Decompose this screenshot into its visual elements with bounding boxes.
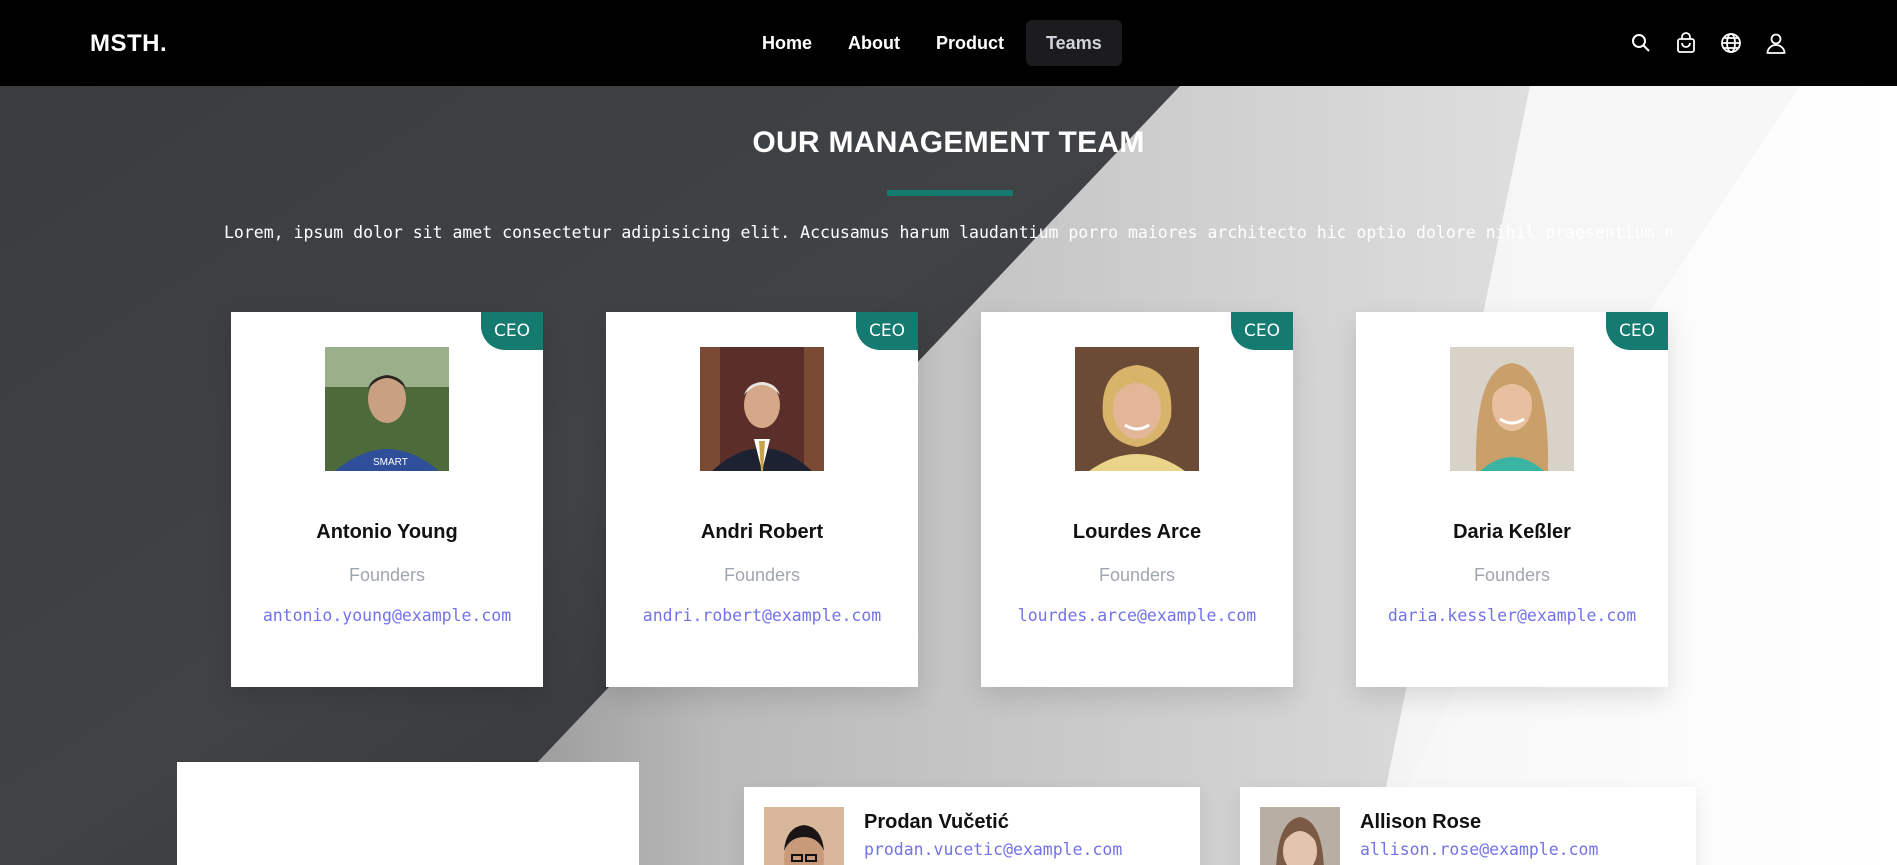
member-name: Antonio Young [316,521,458,543]
shopping-bag-icon[interactable] [1673,30,1699,56]
avatar [1075,347,1199,471]
member-name: Prodan Vučetić [864,811,1009,833]
avatar [1450,347,1574,471]
section-title: OUR MANAGEMENT TEAM [752,126,1145,159]
nav-product[interactable]: Product [926,20,1014,66]
member-email[interactable]: andri.robert@example.com [606,606,918,625]
role-badge: CEO [1606,312,1668,350]
member-role: Founders [348,565,426,585]
avatar [764,807,844,865]
avatar [1260,807,1340,865]
team-card[interactable]: CEO SMART Antonio Young Founders antonio… [231,312,543,687]
member-role: Founders [1098,565,1176,585]
member-email[interactable]: antonio.young@example.com [231,606,543,625]
member-email[interactable]: daria.kessler@example.com [1356,606,1668,625]
member-email[interactable]: prodan.vucetic@example.com [864,840,1122,859]
brand-logo[interactable]: MSTH. [90,30,167,58]
team-card[interactable]: CEO Andri Robert Founders andri.robert@e… [606,312,918,687]
nav-home[interactable]: Home [752,20,822,66]
top-navbar: MSTH. Home About Product Teams [0,0,1897,86]
title-underline [887,190,1013,196]
member-role: Founders [1473,565,1551,585]
member-list-item[interactable]: Prodan Vučetić prodan.vucetic@example.co… [744,787,1200,865]
role-badge: CEO [1231,312,1293,350]
member-role: Founders [723,565,801,585]
role-badge: CEO [481,312,543,350]
avatar [700,347,824,471]
header-actions [1628,30,1808,56]
user-icon[interactable] [1763,30,1789,56]
globe-icon[interactable] [1718,30,1744,56]
nav-about[interactable]: About [838,20,910,66]
info-panel [177,762,639,865]
team-card[interactable]: CEO Lourdes Arce Founders lourdes.arce@e… [981,312,1293,687]
member-name: Allison Rose [1360,811,1482,833]
main-nav: Home About Product Teams [752,20,1138,66]
section-intro: Lorem, ipsum dolor sit amet consectetur … [224,223,1672,242]
svg-text:SMART: SMART [373,457,408,468]
nav-teams[interactable]: Teams [1026,20,1122,66]
role-badge: CEO [856,312,918,350]
team-card[interactable]: CEO Daria Keßler Founders daria.kessler@… [1356,312,1668,687]
search-icon[interactable] [1628,30,1654,56]
avatar: SMART [325,347,449,471]
member-name: Daria Keßler [1453,521,1571,543]
member-email[interactable]: lourdes.arce@example.com [981,606,1293,625]
member-name: Lourdes Arce [1072,521,1202,543]
member-name: Andri Robert [700,521,824,543]
member-email[interactable]: allison.rose@example.com [1360,840,1598,859]
member-list-item[interactable]: Allison Rose allison.rose@example.com [1240,787,1696,865]
